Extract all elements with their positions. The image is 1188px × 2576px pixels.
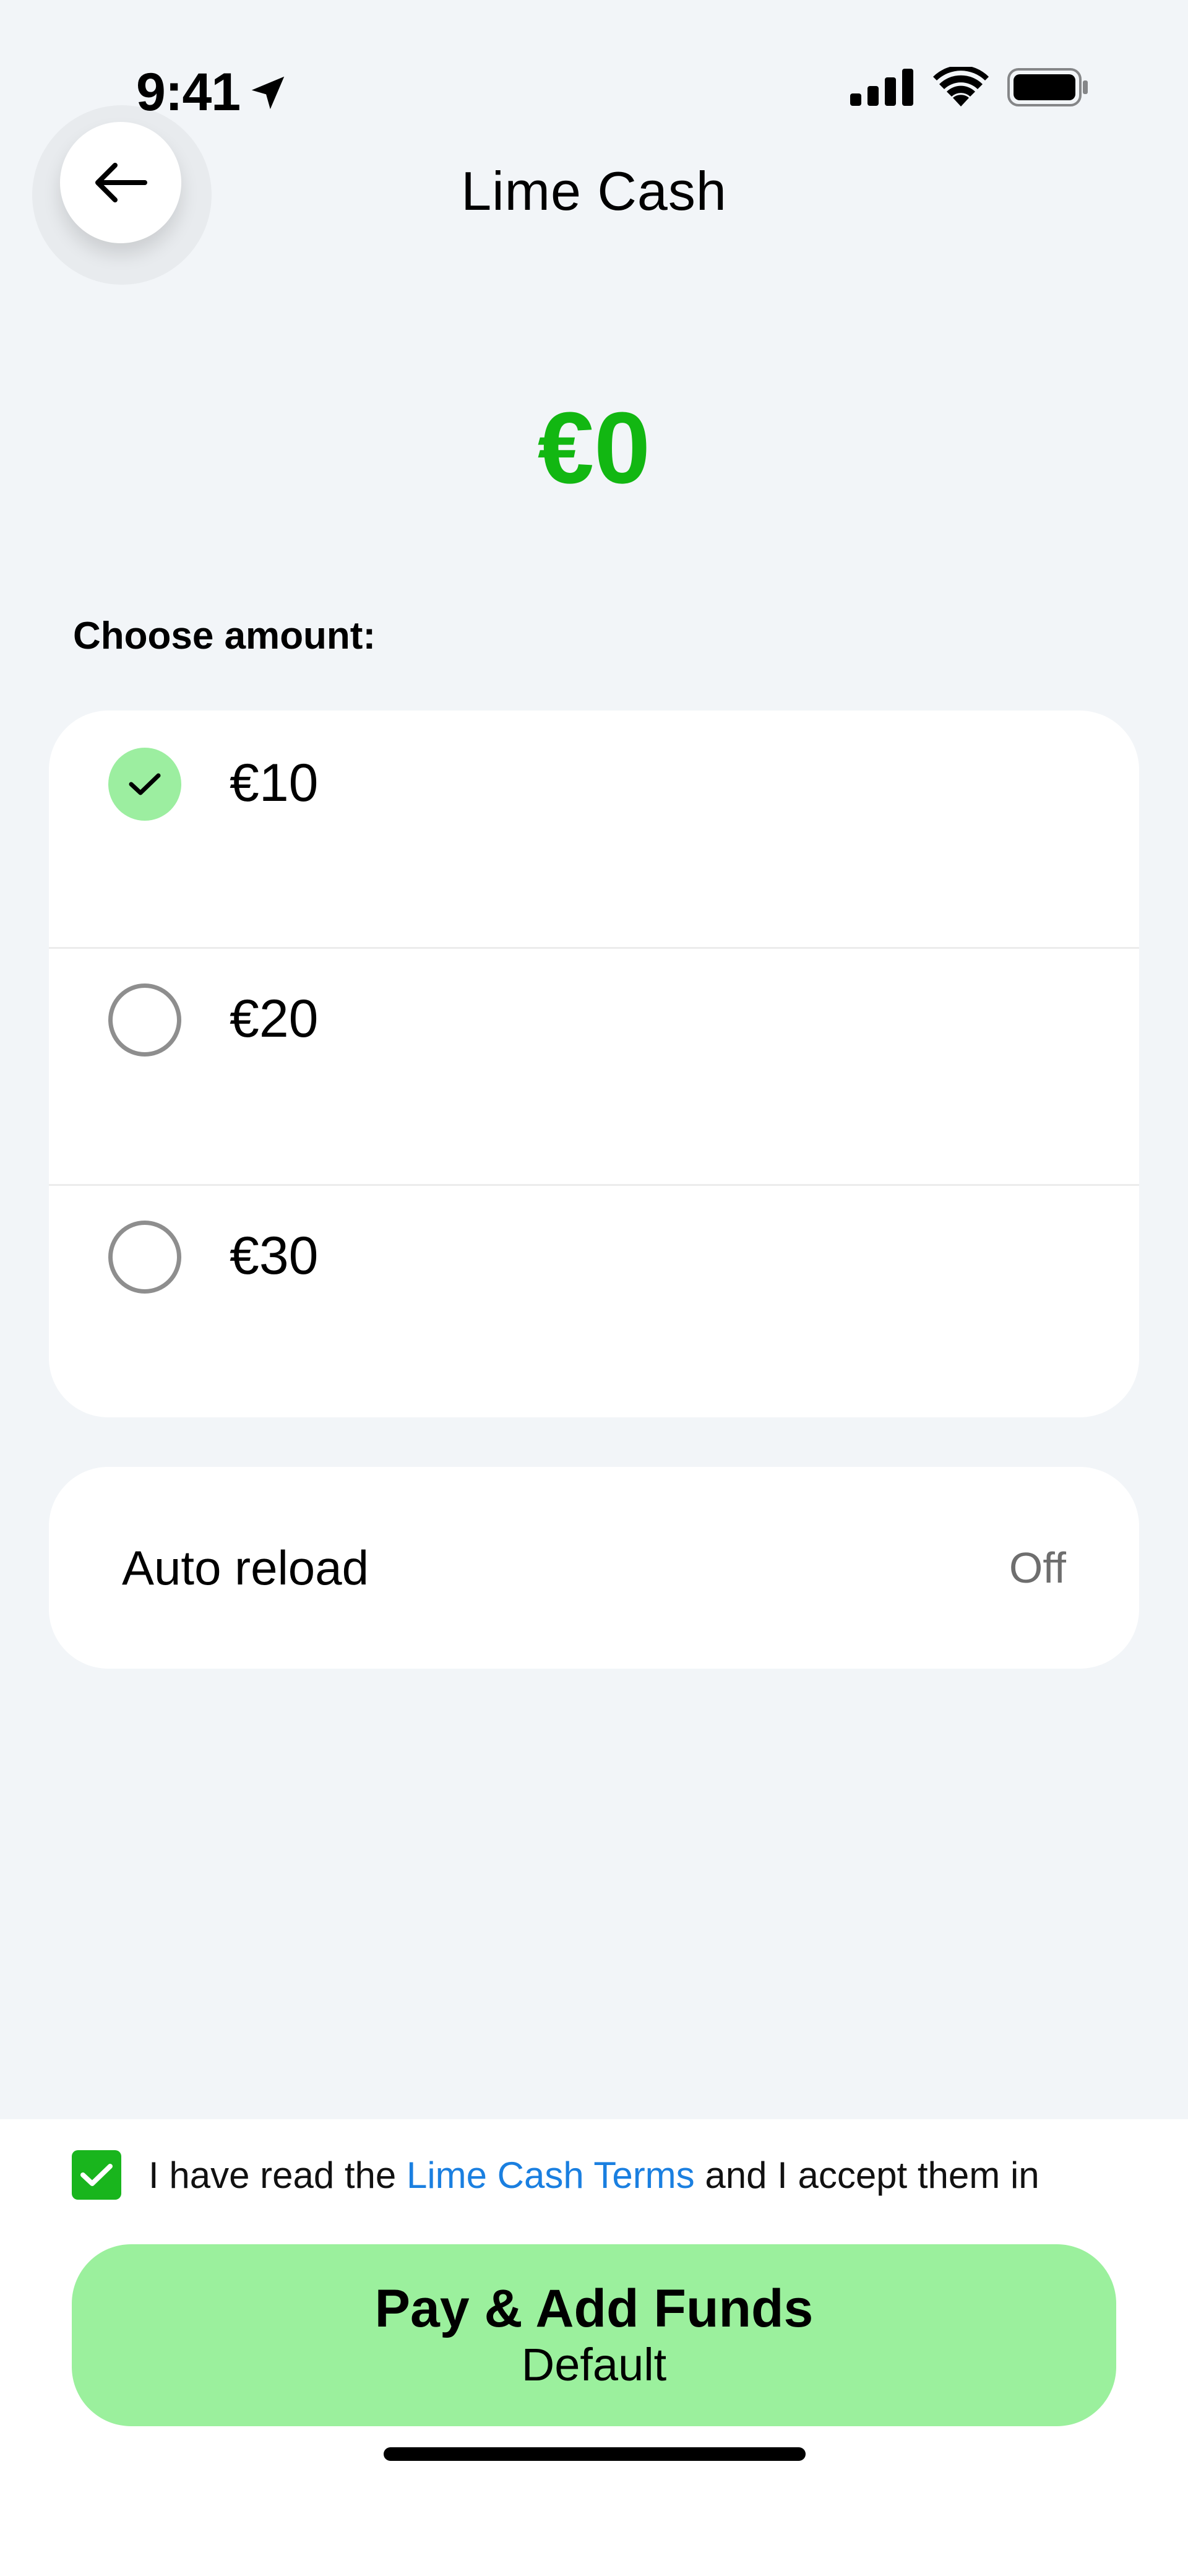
auto-reload-value: Off (1009, 1544, 1066, 1592)
terms-prefix: I have read the (148, 2154, 407, 2196)
amount-option-30[interactable]: €30 (49, 1184, 1139, 1417)
choose-amount-label: Choose amount: (73, 615, 376, 657)
amount-options-card: €10 €20 €30 (49, 711, 1139, 1417)
terms-text: I have read the Lime Cash Terms and I ac… (148, 2154, 1040, 2197)
radio-selected[interactable] (108, 748, 181, 821)
radio-unselected[interactable] (108, 1221, 181, 1294)
checkmark-icon (129, 773, 161, 795)
auto-reload-row[interactable]: Auto reload Off (49, 1467, 1139, 1669)
terms-link[interactable]: Lime Cash Terms (407, 2155, 695, 2196)
terms-checkbox[interactable] (72, 2150, 121, 2200)
auto-reload-label: Auto reload (122, 1540, 369, 1595)
cellular-signal-icon (850, 69, 913, 106)
lime-cash-screen: 9:41 Lime Cash €0 Choose amount: €10 €20… (0, 0, 1188, 2576)
pay-button-sublabel: Default (521, 2338, 667, 2390)
home-indicator (384, 2447, 806, 2461)
radio-unselected[interactable] (108, 983, 181, 1057)
amount-option-label: €20 (230, 989, 319, 1048)
amount-option-label: €30 (230, 1226, 319, 1286)
bottom-panel: I have read the Lime Cash Terms and I ac… (0, 2119, 1188, 2576)
terms-suffix: and I accept them in (694, 2154, 1040, 2196)
pay-add-funds-button[interactable]: Pay & Add Funds Default (72, 2244, 1116, 2426)
page-title: Lime Cash (461, 160, 727, 222)
checkmark-icon (80, 2164, 113, 2186)
status-icons (850, 67, 1089, 108)
location-arrow-icon (251, 76, 285, 109)
amount-option-label: €10 (230, 753, 319, 813)
amount-option-10[interactable]: €10 (49, 711, 1139, 947)
balance-amount: €0 (537, 391, 651, 504)
terms-row: I have read the Lime Cash Terms and I ac… (72, 2150, 1040, 2200)
pay-button-label: Pay & Add Funds (374, 2279, 814, 2339)
battery-icon (1007, 68, 1088, 106)
wifi-icon (933, 67, 989, 106)
amount-option-20[interactable]: €20 (49, 947, 1139, 1184)
